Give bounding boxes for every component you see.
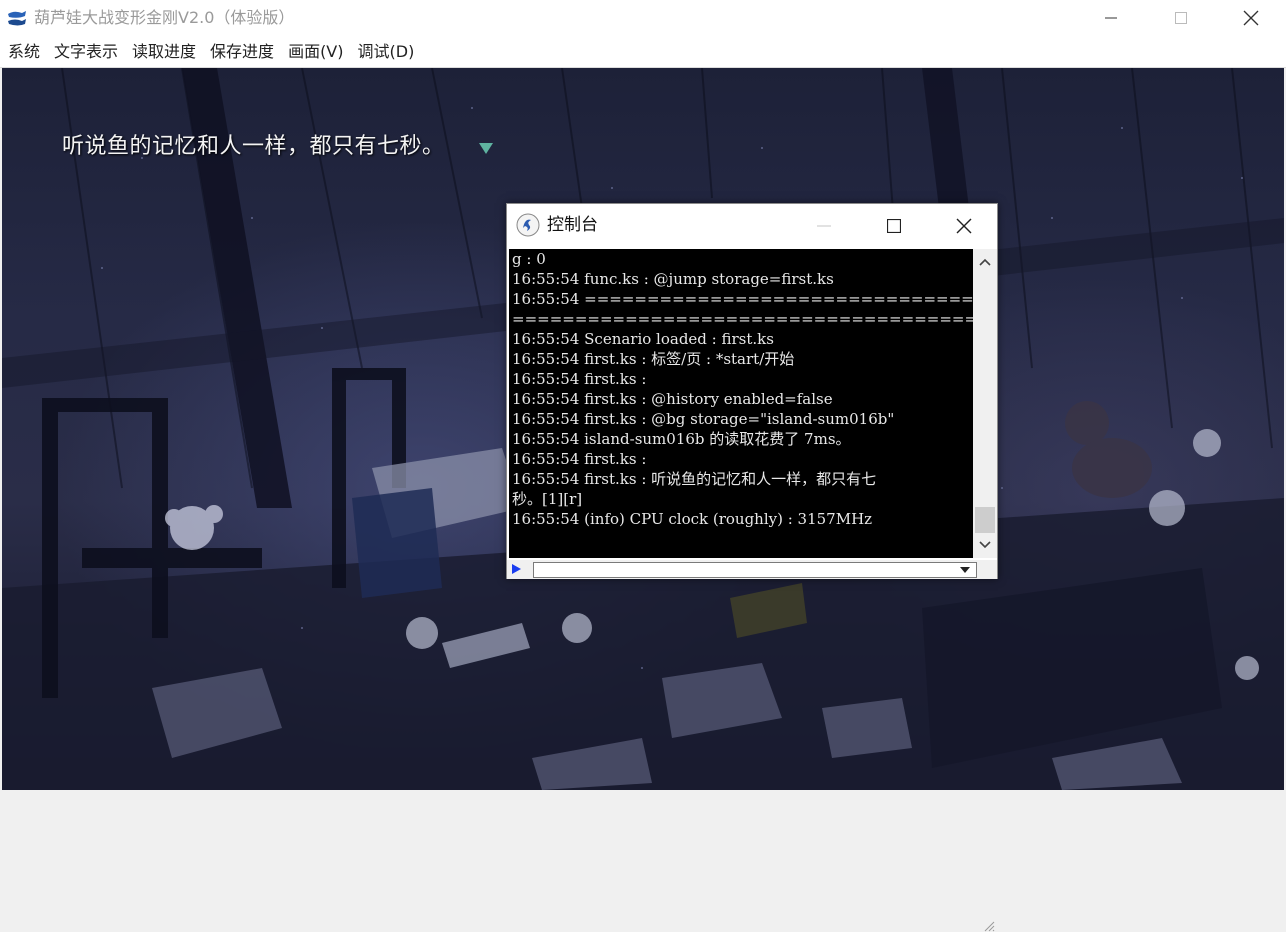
log-line: 16:55:54 first.ks : @bg storage="island-…	[512, 410, 895, 428]
minimize-icon	[817, 225, 831, 226]
console-title-bar: 控制台	[507, 204, 997, 247]
console-window: 控制台 g : 0 16:55:54 func.ks : @jump stora…	[506, 203, 998, 932]
chevron-up-icon	[979, 258, 991, 266]
menu-text-display[interactable]: 文字表示	[47, 36, 125, 67]
prompt-arrow-icon	[512, 564, 521, 574]
menu-save[interactable]: 保存进度	[203, 36, 281, 67]
console-close-button[interactable]	[929, 204, 999, 247]
close-icon	[956, 218, 972, 233]
log-line: 16:55:54 Scenario loaded : first.ks	[512, 330, 774, 348]
maximize-icon	[887, 218, 901, 233]
log-line: 16:55:54 (info) CPU clock (roughly) : 31…	[512, 510, 873, 528]
console-minimize-button[interactable]	[789, 204, 859, 247]
page-advance-icon	[479, 143, 493, 154]
close-button[interactable]	[1216, 0, 1286, 36]
chevron-down-icon	[960, 567, 970, 573]
close-icon	[1243, 10, 1259, 26]
log-line: 秒。[1][r]	[512, 490, 583, 508]
resize-grip-icon[interactable]	[983, 920, 995, 932]
console-app-icon	[516, 213, 540, 237]
log-line: 16:55:54 first.ks :	[512, 370, 647, 388]
menu-view[interactable]: 画面(V)	[281, 36, 350, 67]
log-line: 16:55:54 ===============================…	[512, 290, 973, 308]
app-icon	[8, 11, 26, 26]
chevron-down-icon	[979, 541, 991, 549]
log-line: 16:55:54 func.ks : @jump storage=first.k…	[512, 270, 834, 288]
console-maximize-button[interactable]	[859, 204, 929, 247]
log-line: 16:55:54 island-sum016b 的读取花费了 7ms。	[512, 430, 851, 448]
command-history-dropdown[interactable]	[955, 563, 975, 577]
menu-load[interactable]: 读取进度	[125, 36, 203, 67]
minimize-button[interactable]	[1076, 0, 1146, 36]
console-scrollbar[interactable]	[973, 249, 997, 558]
menu-debug[interactable]: 调试(D)	[351, 36, 422, 67]
log-line: 16:55:54 first.ks : 标签/页 : *start/开始	[512, 350, 795, 368]
log-line: ========================================	[512, 310, 973, 328]
menu-bar: 系统 文字表示 读取进度 保存进度 画面(V) 调试(D)	[0, 36, 1286, 68]
console-input-row	[507, 560, 997, 932]
scroll-up-button[interactable]	[973, 251, 997, 273]
log-line: 16:55:54 first.ks : 听说鱼的记忆和人一样，都只有七	[512, 470, 877, 488]
title-bar: 葫芦娃大战变形金刚V2.0（体验版）	[0, 0, 1286, 36]
log-line: 16:55:54 first.ks :	[512, 450, 647, 468]
scroll-down-button[interactable]	[973, 534, 997, 556]
command-input[interactable]	[533, 562, 977, 578]
console-title: 控制台	[547, 215, 598, 235]
menu-system[interactable]: 系统	[0, 36, 47, 67]
log-line: 16:55:54 first.ks : @history enabled=fal…	[512, 390, 833, 408]
log-line: g : 0	[512, 250, 546, 268]
maximize-icon	[1175, 12, 1187, 24]
maximize-button[interactable]	[1146, 0, 1216, 36]
window-title: 葫芦娃大战变形金刚V2.0（体验版）	[34, 8, 295, 27]
minimize-icon	[1105, 17, 1117, 19]
console-log[interactable]: g : 0 16:55:54 func.ks : @jump storage=f…	[509, 249, 973, 558]
scroll-thumb[interactable]	[975, 507, 995, 533]
narration-text: 听说鱼的记忆和人一样，都只有七秒。	[62, 134, 445, 159]
